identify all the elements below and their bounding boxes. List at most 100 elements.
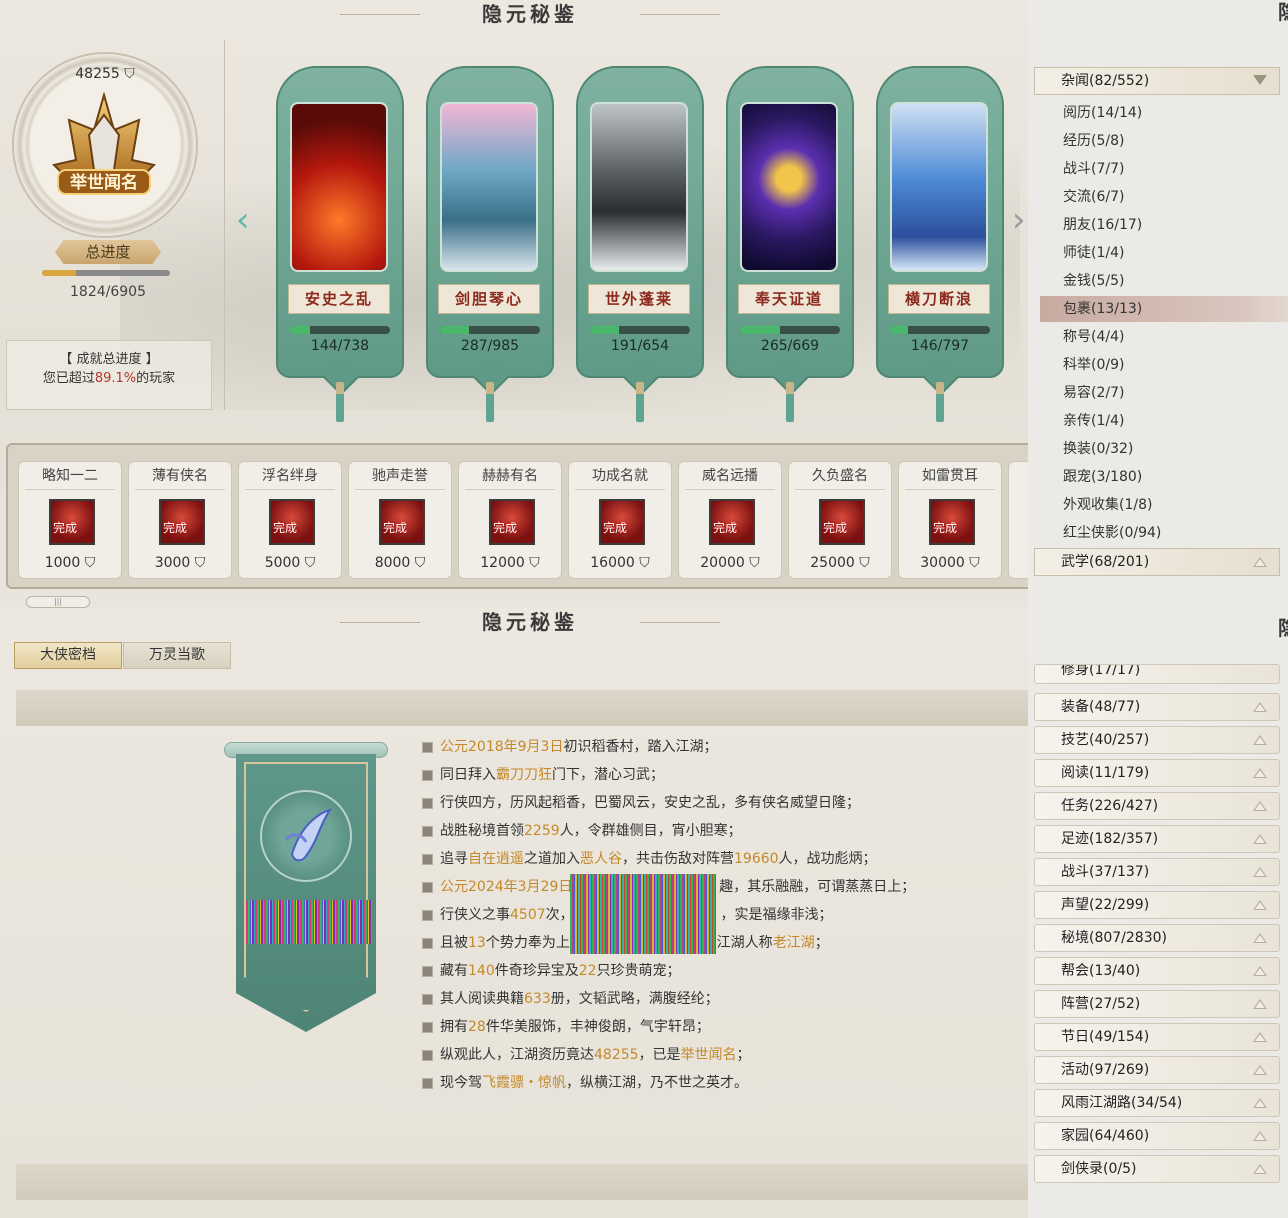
sidebar-item[interactable]: 阅历(14/14) (1040, 100, 1288, 126)
bio-line: 且被13个势力奉为上 江湖人称老江湖； (422, 934, 1022, 962)
category-card[interactable]: 安史之乱 144/738 (276, 66, 404, 422)
sidebar-item[interactable]: 科举(0/9) (1040, 352, 1288, 378)
sidebar-item[interactable]: 称号(4/4) (1040, 324, 1288, 350)
milestone-reward-icon[interactable]: 完成 (709, 499, 755, 545)
category-card[interactable]: 剑胆琴心 287/985 (426, 66, 554, 422)
category-row[interactable]: 阵营(27/52) (1034, 990, 1280, 1018)
category-row[interactable]: 任务(226/427) (1034, 792, 1280, 820)
milestone-card[interactable]: 威名远播 完成 20000 ⛉ (678, 461, 782, 579)
chevron-up-icon (1253, 933, 1267, 943)
bio-text: 件华美服饰，丰神俊朗，气宇轩昂； (485, 1019, 710, 1035)
category-progress-fill (890, 326, 909, 334)
bio-text: 之道加入 (524, 851, 580, 867)
prev-arrow-icon[interactable]: ‹ (236, 200, 250, 240)
pavilion-art-icon (440, 102, 538, 272)
tassel (486, 382, 494, 422)
coin-icon: ⛉ (854, 555, 870, 571)
category-count: 191/654 (610, 338, 670, 354)
milestone-reward-icon[interactable]: 完成 (929, 499, 975, 545)
section-wuxue-label: 武学(68/201) (1061, 554, 1150, 570)
category-row[interactable]: 阅读(11/179) (1034, 759, 1280, 787)
sidebar-item[interactable]: 朋友(16/17) (1040, 212, 1288, 238)
milestone-card[interactable]: 略知一二 完成 1000 ⛉ (18, 461, 122, 579)
milestone-cost-value: 1000 (44, 555, 81, 571)
sidebar-item[interactable]: 亲传(1/4) (1040, 408, 1288, 434)
chevron-up-icon (1253, 999, 1267, 1009)
coin-icon: ⛉ (964, 555, 980, 571)
bio-highlight: 4507 (510, 907, 546, 923)
category-row-label: 风雨江湖路(34/54) (1061, 1095, 1183, 1111)
milestone-card[interactable]: 久负盛名 完成 25000 ⛉ (788, 461, 892, 579)
sidebar-item[interactable]: 易容(2/7) (1040, 380, 1288, 406)
category-row[interactable]: 装备(48/77) (1034, 693, 1280, 721)
category-row[interactable]: 战斗(37/137) (1034, 858, 1280, 886)
sidebar-item[interactable]: 跟宠(3/180) (1040, 464, 1288, 490)
section-zawen[interactable]: 杂闻(82/552) (1034, 67, 1280, 95)
milestone-reward-icon[interactable]: 完成 (269, 499, 315, 545)
horizontal-scrollbar[interactable]: ||| (26, 596, 90, 608)
next-arrow-icon[interactable]: › (1012, 200, 1026, 240)
milestone-name: 威名远播 (702, 468, 758, 484)
redacted-name-strip (246, 900, 372, 944)
category-card[interactable]: 世外蓬莱 191/654 (576, 66, 704, 422)
category-row[interactable]: 家园(64/460) (1034, 1122, 1280, 1150)
achievement-overview-panel: 隐元秘鉴 48255 ⛉ 举世闻名 总进度 1824/6905 【 成就总进度 … (0, 0, 1028, 608)
bio-text: 追寻 (440, 851, 468, 867)
milestone-reward-icon[interactable]: 完成 (159, 499, 205, 545)
divider (25, 489, 115, 490)
milestone-card[interactable]: 如雷贯耳 完成 30000 ⛉ (898, 461, 1002, 579)
category-row[interactable]: 活动(97/269) (1034, 1056, 1280, 1084)
milestone-reward-icon[interactable]: 完成 (599, 499, 645, 545)
sidebar-item[interactable]: 换装(0/32) (1040, 436, 1288, 462)
bio-text: ； (814, 935, 829, 951)
category-card[interactable]: 横刀断浪 146/797 (876, 66, 1004, 422)
milestone-card[interactable]: 薄有侠名 完成 3000 ⛉ (128, 461, 232, 579)
sidebar-item[interactable]: 经历(5/8) (1040, 128, 1288, 154)
milestone-cost-value: 3000 (154, 555, 191, 571)
bio-line: 战胜秘境首领2259人，令群雄侧目，宵小胆寒； (422, 822, 1022, 850)
sidebar-item[interactable]: 红尘侠影(0/94) (1040, 520, 1288, 546)
chevron-up-icon (1253, 900, 1267, 910)
sidebar-item[interactable]: 包裹(13/13) (1040, 296, 1288, 322)
completed-stamp: 完成 (713, 521, 738, 535)
completed-stamp: 完成 (933, 521, 958, 535)
milestone-card-partial[interactable] (1008, 461, 1028, 579)
category-row[interactable]: 足迹(182/357) (1034, 825, 1280, 853)
category-row[interactable]: 节日(49/154) (1034, 1023, 1280, 1051)
milestone-card[interactable]: 功成名就 完成 16000 ⛉ (568, 461, 672, 579)
milestone-card[interactable]: 驰声走誉 完成 8000 ⛉ (348, 461, 452, 579)
sidebar-item[interactable]: 战斗(7/7) (1040, 156, 1288, 182)
sidebar-item[interactable]: 交流(6/7) (1040, 184, 1288, 210)
section-wuxue[interactable]: 武学(68/201) (1034, 548, 1280, 576)
category-card[interactable]: 奉天证道 265/669 (726, 66, 854, 422)
category-row[interactable]: 帮会(13/40) (1034, 957, 1280, 985)
milestone-reward-icon[interactable]: 完成 (49, 499, 95, 545)
page-title-bottom: 隐元秘鉴 (340, 608, 720, 638)
category-row[interactable]: 技艺(40/257) (1034, 726, 1280, 754)
category-row-label: 任务(226/427) (1061, 798, 1159, 814)
category-row[interactable]: 秘境(807/2830) (1034, 924, 1280, 952)
category-row-label: 帮会(13/40) (1061, 963, 1141, 979)
achievement-rank-line: 您已超过89.1%的玩家 (7, 369, 211, 388)
bio-highlight: 140 (468, 963, 495, 979)
tab-wanling[interactable]: 万灵当歌 (123, 642, 231, 669)
category-row[interactable]: 风雨江湖路(34/54) (1034, 1089, 1280, 1117)
tab-hero-archive[interactable]: 大侠密档 (14, 642, 122, 669)
completed-stamp: 完成 (823, 521, 848, 535)
points-value: 48255 (75, 66, 120, 82)
sidebar-item[interactable]: 师徒(1/4) (1040, 240, 1288, 266)
milestone-reward-icon[interactable]: 完成 (819, 499, 865, 545)
achievement-rank-box: 【 成就总进度 】 您已超过89.1%的玩家 (6, 340, 212, 410)
category-row[interactable]: 剑侠录(0/5) (1034, 1155, 1280, 1183)
sidebar-item[interactable]: 金钱(5/5) (1040, 268, 1288, 294)
milestone-card[interactable]: 浮名绊身 完成 5000 ⛉ (238, 461, 342, 579)
category-progress-fill (590, 326, 620, 334)
category-row[interactable]: 声望(22/299) (1034, 891, 1280, 919)
milestone-card[interactable]: 赫赫有名 完成 12000 ⛉ (458, 461, 562, 579)
points-display: 48255 ⛉ (60, 66, 150, 82)
category-row-partial[interactable]: 修身(17/17) (1034, 664, 1280, 684)
milestone-reward-icon[interactable]: 完成 (379, 499, 425, 545)
category-name: 横刀断浪 (888, 284, 990, 314)
milestone-reward-icon[interactable]: 完成 (489, 499, 535, 545)
sidebar-item[interactable]: 外观收集(1/8) (1040, 492, 1288, 518)
